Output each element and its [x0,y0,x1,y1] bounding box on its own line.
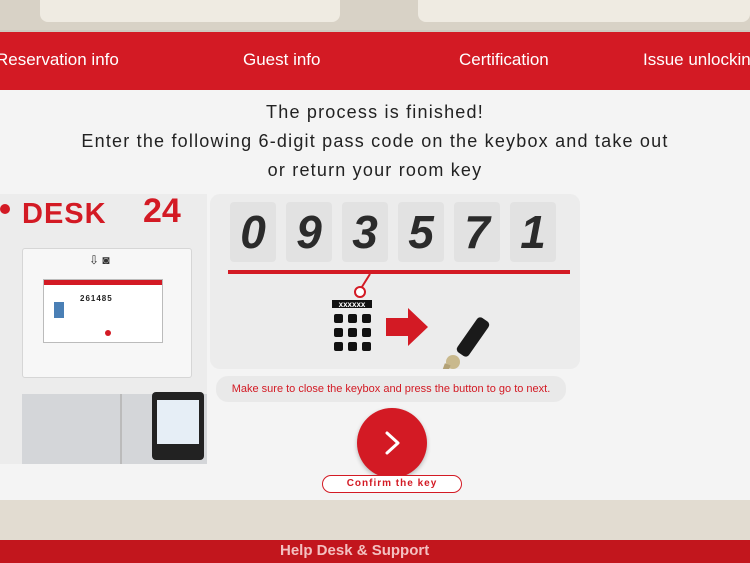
photo-mini-header [44,280,162,285]
passcode-panel: 0 9 3 5 7 1 xxxxxx [210,194,580,369]
lock-icon [54,302,64,318]
photo-panel-icons: ⇩ ◙ [89,253,110,267]
step-navbar: Reservation info Guest info Certificatio… [0,32,750,90]
arrow-right-icon [386,308,428,346]
kiosk-screen: Reservation info Guest info Certificatio… [0,32,750,500]
photo-mini-code: 261485 [80,294,113,303]
step-guest-info: Guest info [243,50,321,69]
confirm-next-button[interactable] [357,408,427,478]
photo-tablet [152,392,204,460]
step-reservation-info: Reservation info [0,50,119,69]
step-issue-unlocking: Issue unlockin [643,50,750,69]
kiosk-bezel-top [0,0,750,30]
banner-caption: Help Desk & Support [280,542,430,559]
chevron-right-icon [385,431,400,455]
photo-keybox-door [30,394,122,464]
room-key-icon [441,317,490,369]
finished-heading: The process is finished! [266,102,484,122]
photo-tablet-screen [157,400,199,444]
keybox-photo: DESK 24 ⇩ ◙ 261485 [0,194,207,464]
bezel-panel-left [40,0,340,22]
instruction-line-2: or return your room key [267,160,483,180]
brand-mark-icon [0,204,10,214]
bezel-panel-right [418,0,750,22]
kiosk-bottom-banner: Help Desk & Support [0,540,750,563]
photo-brand-text: DESK [22,198,107,230]
keypad-icon [334,314,371,351]
close-keybox-notice: Make sure to close the keybox and press … [216,376,566,402]
keypad-display-text: xxxxxx [339,300,366,309]
connector-dot-icon [354,286,366,298]
photo-mini-button [105,330,111,336]
photo-mini-screen: 261485 [43,279,163,343]
step-certification: Certification [459,50,549,69]
confirm-key-label[interactable]: Confirm the key [322,475,462,493]
instruction-line-1: Enter the following 6-digit pass code on… [81,131,669,151]
photo-kiosk-panel: ⇩ ◙ 261485 [22,248,192,378]
keypad-to-key-illustration: xxxxxx [332,273,490,369]
photo-brand-number: 24 [143,194,181,230]
